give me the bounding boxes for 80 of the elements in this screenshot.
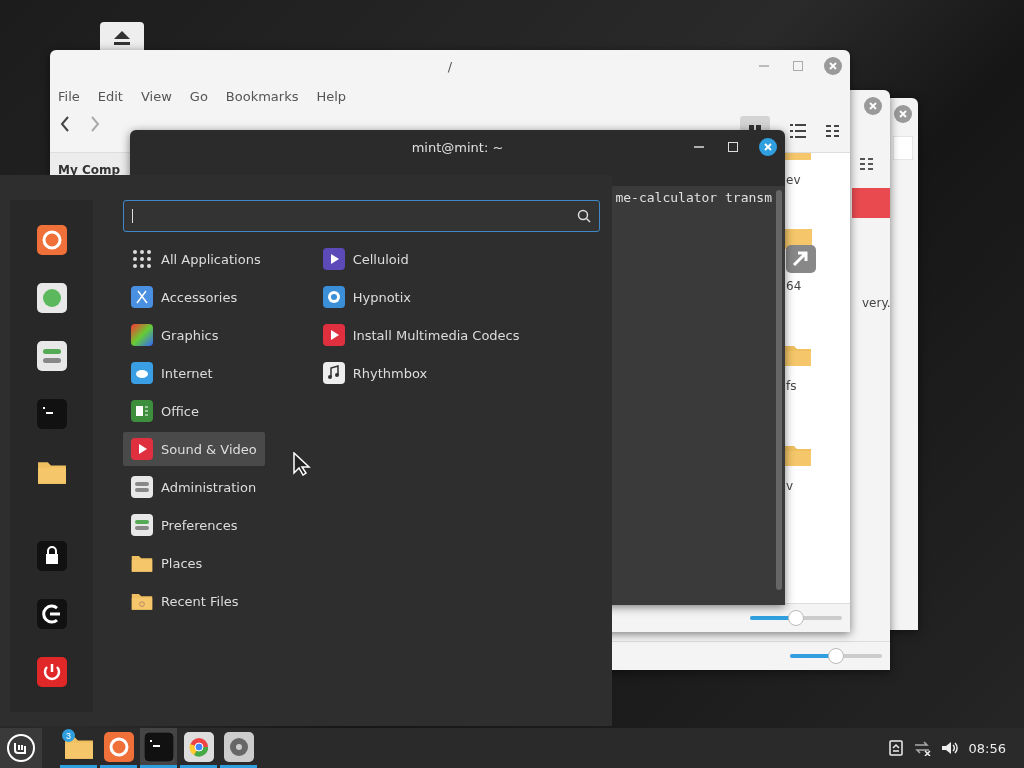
menu-item[interactable]: Help [316, 88, 347, 104]
reel-icon [322, 286, 345, 308]
menu-item[interactable]: View [140, 88, 172, 104]
window-title: / [446, 58, 454, 74]
play-icon [131, 438, 153, 460]
chrome-icon [183, 731, 214, 762]
list-view-icon[interactable] [790, 124, 806, 138]
menu-button[interactable] [0, 728, 42, 768]
logout-icon[interactable] [35, 596, 68, 632]
category-item[interactable]: Accessories [123, 280, 257, 314]
toggles-icon [131, 476, 153, 498]
category-item[interactable]: Recent Files [123, 584, 257, 618]
compact-view-icon[interactable] [826, 125, 840, 137]
category-item[interactable]: Administration [123, 470, 265, 504]
lock-icon[interactable] [35, 538, 68, 574]
close-icon [764, 143, 772, 151]
mouse-cursor-icon [293, 452, 311, 476]
category-item[interactable]: All Applications [123, 242, 269, 276]
category-item[interactable]: Sound & Video [123, 432, 265, 466]
clock[interactable]: 08:56 [968, 740, 1006, 756]
maximize-icon [793, 61, 803, 71]
app-item[interactable]: Rhythmbox [314, 356, 449, 390]
text-field [893, 136, 913, 160]
folder-icon [131, 591, 153, 611]
menu-item[interactable]: Go [189, 88, 208, 104]
count-badge: 3 [62, 729, 75, 742]
maximize-icon [728, 142, 738, 152]
toggles-icon[interactable] [35, 338, 68, 374]
grid-view-icon[interactable] [740, 116, 770, 130]
close-icon [869, 102, 877, 110]
search-icon [577, 209, 591, 223]
scissors-icon [131, 286, 153, 308]
close-icon [899, 110, 907, 118]
close-icon [829, 62, 837, 70]
minimize-icon [759, 65, 769, 67]
menu-item[interactable]: Bookmarks [225, 88, 299, 104]
app-item[interactable]: Hypnotix [314, 280, 449, 314]
volume-icon[interactable] [940, 740, 959, 756]
category-item[interactable]: Internet [123, 356, 257, 390]
file-name[interactable]: v [786, 479, 794, 493]
category-item[interactable]: Graphics [123, 318, 257, 352]
menu-item[interactable]: Edit [97, 88, 123, 104]
rainbow-icon [131, 324, 153, 346]
file-name[interactable]: 64 [786, 279, 802, 293]
selection-highlight [852, 188, 890, 218]
file-name[interactable]: fs [786, 379, 797, 393]
close-button[interactable] [759, 138, 777, 156]
terminal-output: me-calculator transm [615, 190, 772, 205]
cloud-icon [131, 362, 153, 384]
file-name[interactable]: ev [786, 173, 801, 187]
drive-icon[interactable] [100, 22, 144, 50]
window-title: mint@mint: ~ [410, 139, 505, 155]
play-icon [322, 248, 345, 270]
scrollbar[interactable] [776, 190, 782, 590]
power-icon[interactable] [35, 654, 68, 690]
grid-icon [131, 248, 153, 270]
network-disconnected-icon[interactable] [912, 740, 931, 756]
compact-view-icon[interactable] [860, 158, 874, 170]
app-item[interactable]: Install Multimedia Codecs [314, 318, 528, 352]
document-icon [131, 400, 153, 422]
search-field[interactable] [123, 200, 600, 232]
app-item[interactable]: Celluloid [314, 242, 449, 276]
category-item[interactable]: Places [123, 546, 257, 580]
category-item[interactable]: Preferences [123, 508, 257, 542]
category-item[interactable]: Office [123, 394, 257, 428]
folder-icon [131, 553, 153, 573]
notes-icon[interactable] [888, 740, 903, 756]
zoom-slider[interactable] [790, 648, 882, 664]
zoom-slider[interactable] [750, 610, 842, 626]
play-icon [322, 324, 345, 346]
terminal-icon [143, 731, 174, 762]
folder-link-icon[interactable] [784, 229, 818, 275]
toggles-icon [131, 514, 153, 536]
taskbar-button[interactable] [140, 728, 177, 768]
minimize-icon [694, 146, 704, 148]
back-icon[interactable] [60, 116, 70, 132]
music-note-icon [322, 362, 345, 384]
description-text: very. [862, 296, 890, 310]
menu-item[interactable]: File [58, 88, 80, 104]
maximize-button[interactable] [725, 139, 741, 155]
